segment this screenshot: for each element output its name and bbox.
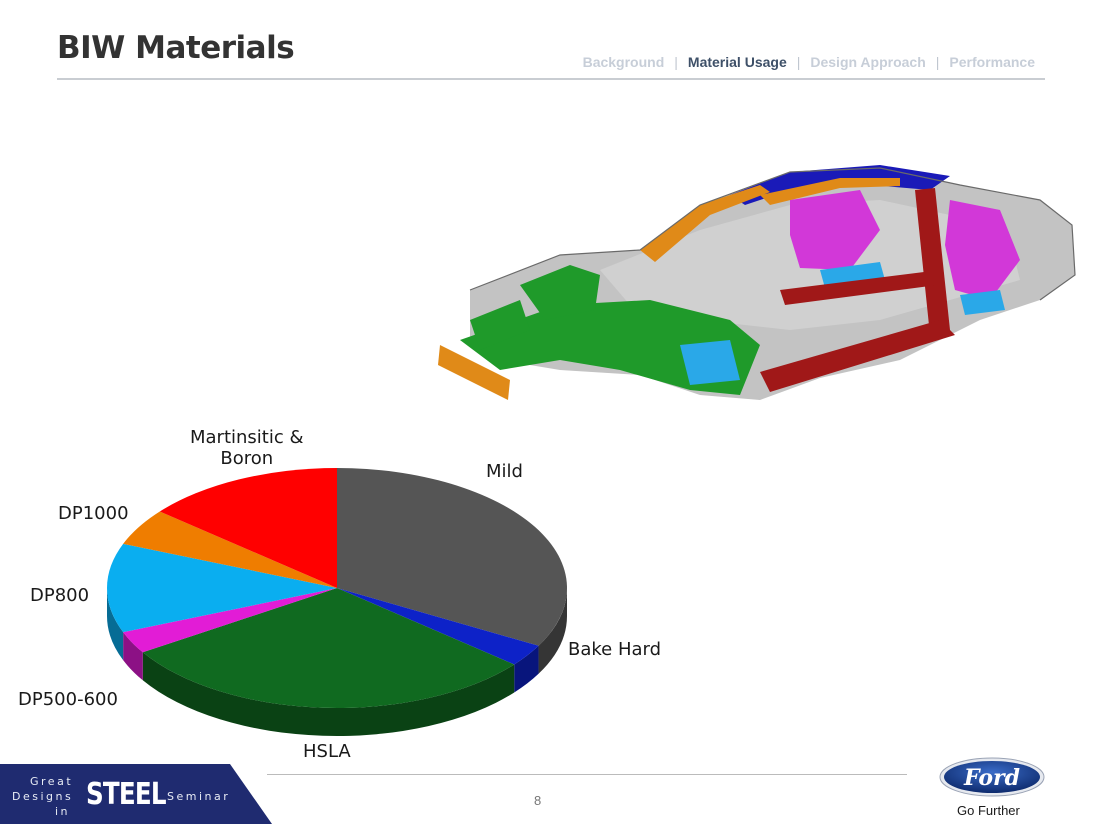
label-martensitic-line2: Boron bbox=[220, 448, 274, 469]
label-hsla: HSLA bbox=[303, 741, 351, 762]
badge-designs: Designs bbox=[12, 790, 74, 803]
ford-wordmark: Ford bbox=[963, 765, 1020, 791]
page-number: 8 bbox=[534, 793, 542, 808]
tagline: Go Further bbox=[957, 803, 1020, 818]
label-dp1000: DP1000 bbox=[58, 503, 129, 524]
great-designs-in-steel-badge: Great Designs in STEEL Seminar bbox=[0, 764, 272, 824]
label-martensitic-boron: Martinsitic & Boron bbox=[190, 427, 304, 469]
label-mild: Mild bbox=[486, 461, 523, 482]
badge-steel: STEEL bbox=[86, 777, 167, 812]
car-body-illustration bbox=[438, 165, 1076, 400]
label-dp500-600: DP500-600 bbox=[18, 689, 118, 710]
slide-graphics bbox=[107, 165, 1076, 736]
pie-chart bbox=[107, 468, 567, 736]
label-bake-hard: Bake Hard bbox=[568, 639, 662, 660]
label-martensitic-line1: Martinsitic & bbox=[190, 427, 304, 448]
badge-great: Great bbox=[30, 775, 74, 788]
label-dp800: DP800 bbox=[30, 585, 90, 606]
badge-in: in bbox=[55, 805, 71, 818]
badge-seminar: Seminar bbox=[167, 790, 231, 803]
footer-divider bbox=[267, 774, 907, 775]
ford-logo: Ford bbox=[939, 757, 1045, 797]
floor-reinforcement bbox=[680, 340, 740, 385]
